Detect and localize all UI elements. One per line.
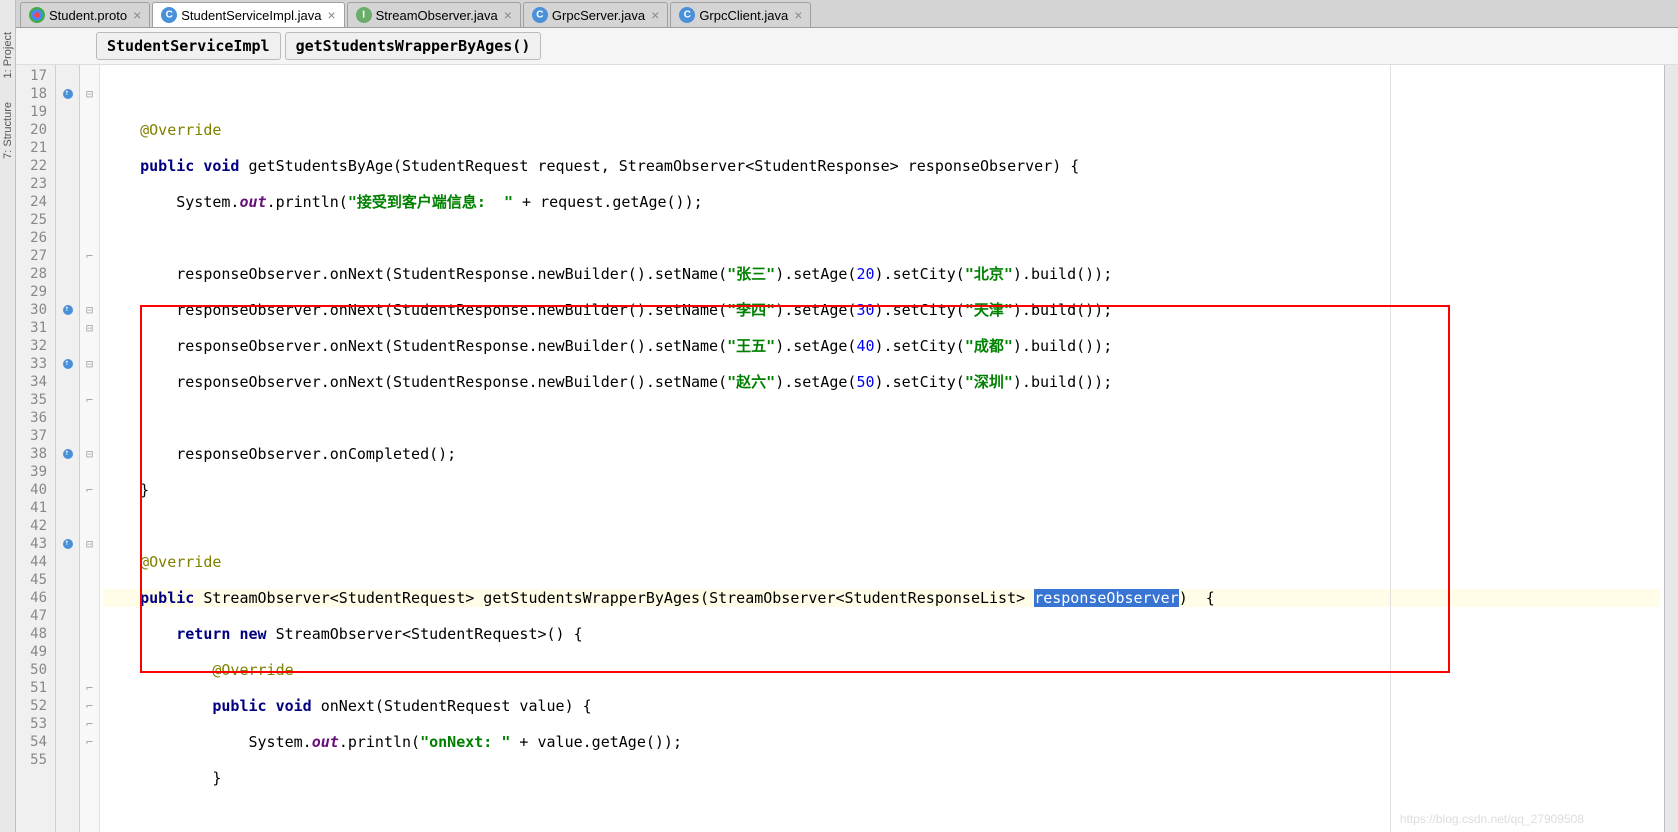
editor-tab-bar: Student.proto × StudentServiceImpl.java …: [16, 0, 1678, 28]
fold-toggle-icon[interactable]: ⌐: [80, 715, 99, 733]
override-marker-icon[interactable]: [63, 359, 73, 369]
sidebar-tab-structure[interactable]: 7: Structure: [2, 98, 14, 163]
sidebar-tab-project[interactable]: 1: Project: [2, 28, 14, 82]
java-interface-icon: [356, 7, 372, 23]
tab-label: GrpcClient.java: [699, 8, 788, 23]
fold-toggle-icon[interactable]: ⌐: [80, 481, 99, 499]
tab-grpc-server[interactable]: GrpcServer.java ×: [523, 2, 668, 27]
close-icon[interactable]: ×: [651, 7, 659, 23]
breadcrumb: StudentServiceImpl getStudentsWrapperByA…: [16, 28, 1678, 65]
tab-student-service-impl[interactable]: StudentServiceImpl.java ×: [152, 2, 344, 27]
java-class-icon: [679, 7, 695, 23]
fold-toggle-icon[interactable]: ⌐: [80, 679, 99, 697]
close-icon[interactable]: ×: [327, 7, 335, 23]
tab-student-proto[interactable]: Student.proto ×: [20, 2, 150, 27]
fold-toggle-icon[interactable]: ⌐: [80, 247, 99, 265]
fold-toggle-icon[interactable]: ⌐: [80, 733, 99, 751]
tab-grpc-client[interactable]: GrpcClient.java ×: [670, 2, 811, 27]
fold-toggle-icon[interactable]: ⊟: [80, 355, 99, 373]
tab-label: Student.proto: [49, 8, 127, 23]
watermark: https://blog.csdn.net/qq_27909508: [1400, 810, 1584, 828]
close-icon[interactable]: ×: [133, 7, 141, 23]
breadcrumb-method[interactable]: getStudentsWrapperByAges(): [285, 32, 542, 60]
fold-toggle-icon[interactable]: ⌐: [80, 391, 99, 409]
fold-toggle-icon[interactable]: ⌐: [80, 697, 99, 715]
tab-label: StudentServiceImpl.java: [181, 8, 321, 23]
marker-gutter: [56, 65, 80, 832]
fold-toggle-icon[interactable]: ⊟: [80, 535, 99, 553]
line-number-gutter: 1718192021222324252627282930313233343536…: [16, 65, 56, 832]
fold-toggle-icon[interactable]: ⊟: [80, 319, 99, 337]
close-icon[interactable]: ×: [504, 7, 512, 23]
override-marker-icon[interactable]: [63, 449, 73, 459]
fold-toggle-icon[interactable]: ⊟: [80, 301, 99, 319]
vertical-scrollbar[interactable]: [1664, 65, 1678, 832]
fold-gutter: ⊟⌐⊟⊟⊟⌐⊟⌐⊟⌐⌐⌐⌐: [80, 65, 100, 832]
tab-stream-observer[interactable]: StreamObserver.java ×: [347, 2, 521, 27]
close-icon[interactable]: ×: [794, 7, 802, 23]
java-class-icon: [532, 7, 548, 23]
override-marker-icon[interactable]: [63, 539, 73, 549]
tab-label: GrpcServer.java: [552, 8, 645, 23]
fold-toggle-icon[interactable]: ⊟: [80, 85, 99, 103]
override-marker-icon[interactable]: [63, 305, 73, 315]
proto-file-icon: [29, 7, 45, 23]
breadcrumb-class[interactable]: StudentServiceImpl: [96, 32, 281, 60]
fold-toggle-icon[interactable]: ⊟: [80, 445, 99, 463]
java-class-icon: [161, 7, 177, 23]
override-marker-icon[interactable]: [63, 89, 73, 99]
left-tool-sidebar: 1: Project 7: Structure: [0, 0, 16, 832]
code-content[interactable]: @Override public void getStudentsByAge(S…: [100, 65, 1664, 832]
right-margin-line: [1390, 65, 1391, 832]
code-editor[interactable]: 1718192021222324252627282930313233343536…: [16, 65, 1678, 832]
tab-label: StreamObserver.java: [376, 8, 498, 23]
